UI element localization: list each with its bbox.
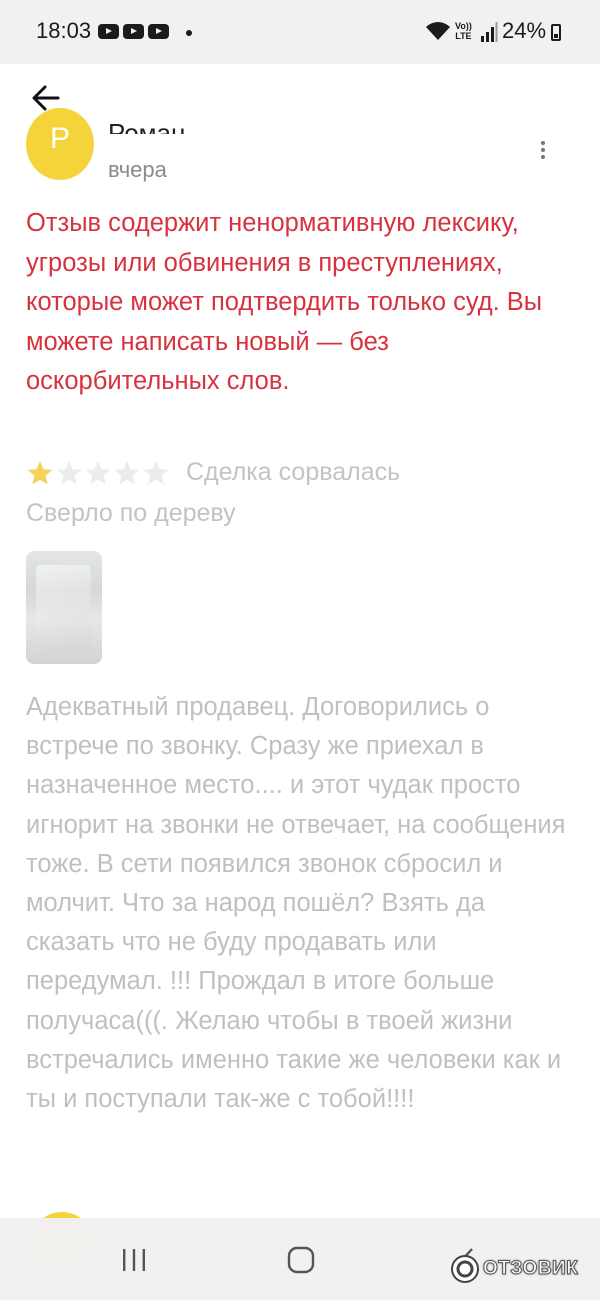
star-empty-icon (143, 460, 169, 484)
more-options-button[interactable] (530, 138, 556, 168)
battery-icon (551, 24, 561, 41)
dot-icon (541, 141, 545, 145)
recent-apps-button[interactable] (120, 1246, 148, 1279)
home-icon (287, 1246, 315, 1274)
product-name[interactable]: Сверло по дереву (26, 499, 236, 528)
star-filled-icon (27, 460, 53, 484)
recent-apps-icon (123, 1249, 145, 1271)
signal-icon (481, 22, 498, 42)
deal-status: Сделка сорвалась (186, 458, 401, 486)
review-date: вчера (108, 157, 167, 182)
volte-top-label: Vo)) (455, 21, 472, 31)
dot-icon (541, 155, 545, 159)
youtube-icon (148, 24, 169, 39)
notification-icons (98, 24, 169, 39)
battery-percentage: 24% (502, 18, 547, 43)
youtube-icon (123, 24, 144, 39)
star-rating (26, 459, 170, 487)
moderation-warning: Отзыв содержит ненормативную лексику, уг… (26, 209, 543, 395)
review-photo-thumbnail[interactable] (26, 551, 102, 664)
status-bar: 18:03 Vo)) LTE 24% (0, 0, 600, 64)
review-text: Адекватный продавец. Договорились о встр… (26, 693, 566, 1114)
status-time: 18:03 (36, 18, 92, 43)
otzovik-logo-icon (451, 1255, 479, 1283)
star-empty-icon (56, 460, 82, 484)
author-avatar[interactable]: Р (26, 108, 94, 180)
volte-bottom-label: LTE (455, 31, 472, 41)
home-button[interactable] (287, 1246, 315, 1279)
author-name[interactable]: Роман (108, 116, 185, 134)
youtube-icon (98, 24, 119, 39)
avatar-letter: Р (49, 122, 70, 155)
wifi-icon (426, 22, 450, 40)
dot-icon (541, 148, 545, 152)
volte-icon: Vo)) LTE (455, 21, 472, 41)
star-empty-icon (85, 460, 111, 484)
more-notifications-dot-icon (186, 30, 192, 36)
star-empty-icon (114, 460, 140, 484)
otzovik-watermark: ОТЗОВИК (450, 1254, 578, 1284)
watermark-text: ОТЗОВИК (482, 1258, 579, 1280)
rating-row: Сделка сорвалась (26, 458, 400, 487)
